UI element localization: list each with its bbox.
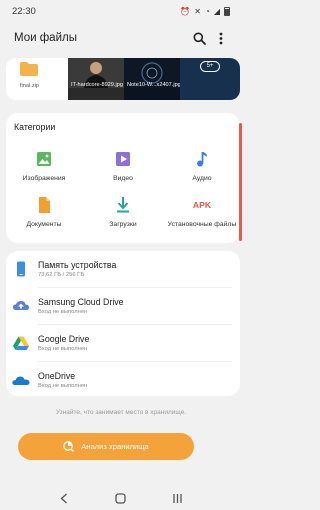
alarm-icon: ⏰ <box>180 6 191 16</box>
recent-files-card: final.zip IT-hardcore-8929.jpg Note10-W.… <box>6 58 240 100</box>
storage-title: Samsung Cloud Drive <box>38 297 124 307</box>
storage-hint: Узнайте, что занимает место в хранилище. <box>55 409 187 416</box>
google-drive-icon <box>13 336 29 350</box>
onedrive-icon <box>12 376 30 385</box>
analyze-storage-label: Анализ хранилища <box>81 442 149 451</box>
storage-analysis-icon <box>63 441 75 452</box>
home-button[interactable] <box>111 489 131 507</box>
category-label: Видео <box>113 175 133 182</box>
analyze-storage-button[interactable]: Анализ хранилища <box>18 433 194 460</box>
categories-card: Категории Изображения Видео Аудио Докуме… <box>6 113 242 243</box>
image-icon <box>37 152 51 166</box>
more-options-button[interactable] <box>210 27 232 49</box>
category-video[interactable]: Видео <box>85 149 161 182</box>
back-button[interactable] <box>54 489 74 507</box>
signal-icon: ◢ <box>213 6 220 16</box>
recent-file-name: Note10-W...x2407.jpg <box>127 82 181 88</box>
storage-title: Google Drive <box>38 334 90 344</box>
storage-card: Память устройства 73,62 ГБ / 256 ГБ Sams… <box>6 251 240 396</box>
storage-title: OneDrive <box>38 371 76 381</box>
recent-file-zip[interactable]: final.zip <box>6 58 68 100</box>
category-images[interactable]: Изображения <box>6 149 82 182</box>
zip-folder-icon <box>20 62 38 76</box>
page-title: Мои файлы <box>14 32 77 44</box>
battery-icon <box>224 6 230 16</box>
recent-file-name: IT-hardcore-8929.jpg <box>71 82 123 88</box>
more-files-badge: 5+ <box>200 61 220 72</box>
search-icon <box>193 32 206 45</box>
storage-subtitle: Вход не выполнен <box>38 309 88 315</box>
back-icon <box>60 493 68 503</box>
status-time: 22:30 <box>12 5 36 17</box>
category-installation-files[interactable]: APK Установочные файлы <box>164 195 240 228</box>
status-bar: 22:30 ⏰ ✕ ◔ ◢ <box>0 0 242 22</box>
categories-title: Категории <box>14 122 56 132</box>
app-bar: Мои файлы <box>0 24 242 52</box>
download-icon <box>117 197 129 213</box>
phone-icon <box>17 261 25 277</box>
recents-button[interactable] <box>168 489 188 507</box>
category-label: Загрузки <box>109 221 137 228</box>
category-audio[interactable]: Аудио <box>164 149 240 182</box>
more-vert-icon <box>219 32 223 44</box>
document-icon <box>39 197 50 213</box>
mute-icon: ✕ <box>194 6 201 16</box>
storage-device[interactable]: Память устройства 73,62 ГБ / 256 ГБ <box>6 251 240 287</box>
storage-subtitle: Вход не выполнен <box>38 346 88 352</box>
recent-file-photo-2[interactable]: Note10-W...x2407.jpg <box>124 58 181 100</box>
recent-file-name: final.zip <box>20 83 39 89</box>
category-label: Изображения <box>22 175 66 182</box>
storage-google-drive[interactable]: Google Drive Вход не выполнен <box>6 325 240 361</box>
music-icon <box>197 152 207 167</box>
category-downloads[interactable]: Загрузки <box>85 195 161 228</box>
video-icon <box>116 152 130 166</box>
wifi-icon: ◔ <box>205 6 210 16</box>
scroll-indicator <box>239 123 242 241</box>
apk-icon: APK <box>192 200 212 210</box>
recent-file-photo-1[interactable]: IT-hardcore-8929.jpg <box>68 58 124 100</box>
samsung-cloud-icon <box>13 301 29 310</box>
status-icons: ⏰ ✕ ◔ ◢ <box>180 6 230 16</box>
navigation-bar <box>0 486 242 510</box>
home-icon <box>115 492 127 504</box>
search-button[interactable] <box>188 27 210 49</box>
recent-files-more[interactable]: 5+ <box>180 58 240 100</box>
storage-title: Память устройства <box>38 260 117 270</box>
recents-icon <box>173 493 182 503</box>
category-documents[interactable]: Документы <box>6 195 82 228</box>
category-label: Установочные файлы <box>167 221 237 228</box>
storage-onedrive[interactable]: OneDrive Вход не выполнен <box>6 362 240 398</box>
storage-samsung-cloud[interactable]: Samsung Cloud Drive Вход не выполнен <box>6 288 240 324</box>
category-label: Аудио <box>192 175 212 182</box>
category-label: Документы <box>26 221 62 228</box>
storage-subtitle: 73,62 ГБ / 256 ГБ <box>38 272 85 278</box>
storage-subtitle: Вход не выполнен <box>38 383 88 389</box>
